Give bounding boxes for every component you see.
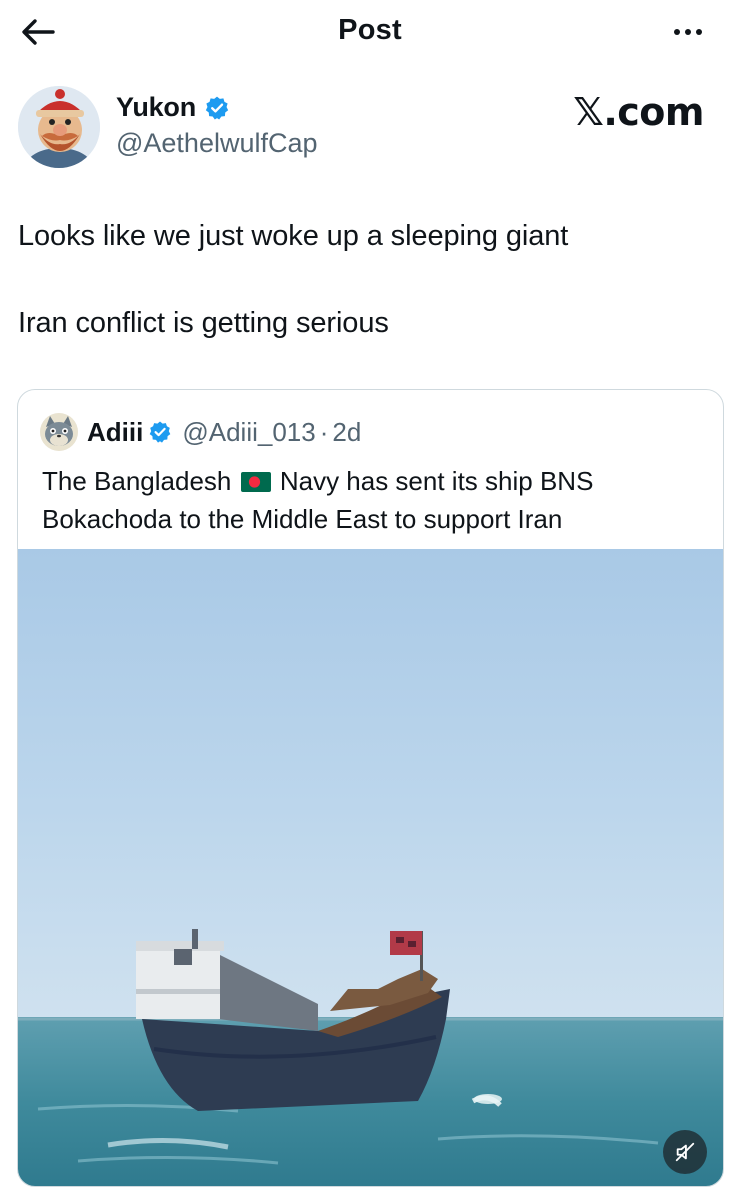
mute-toggle-button[interactable] — [663, 1130, 707, 1174]
quoted-author-avatar[interactable] — [40, 413, 78, 451]
more-dot — [685, 29, 691, 35]
ship-at-sea-video-frame — [18, 549, 723, 1186]
author-name[interactable]: Yukon — [116, 92, 196, 123]
author-handle[interactable]: @AethelwulfCap — [116, 128, 318, 159]
more-options-button[interactable] — [666, 16, 710, 48]
post-text-line: Looks like we just woke up a sleeping gi… — [18, 220, 569, 252]
more-horizontal-icon — [674, 29, 680, 35]
quoted-post-text: The Bangladesh Navy has sent its ship BN… — [42, 462, 712, 538]
page-title: Post — [338, 14, 402, 46]
author-name-row: Yukon — [116, 92, 230, 123]
more-dot — [696, 29, 702, 35]
quoted-post-header: Adiii @Adiii_013 · 2d — [40, 412, 361, 452]
quoted-post-video[interactable] — [18, 549, 723, 1186]
quoted-author-handle[interactable]: @Adiii_013 — [182, 417, 315, 448]
meta-separator: · — [319, 416, 329, 447]
cartoon-lumberjack-avatar — [18, 86, 100, 168]
post-text-line: Iran conflict is getting serious — [18, 307, 389, 339]
bangladesh-flag-icon — [240, 472, 271, 492]
verified-badge-icon — [205, 96, 229, 119]
quoted-post-card[interactable]: Adiii @Adiii_013 · 2d The Bangladesh Nav… — [17, 389, 724, 1187]
quoted-text-part: The Bangladesh — [42, 466, 232, 496]
quoted-post-time[interactable]: 2d — [332, 417, 361, 448]
brand-watermark: 𝕏.com — [573, 90, 704, 134]
verified-badge-icon — [150, 421, 171, 443]
cartoon-cat-avatar — [40, 413, 78, 451]
top-bar: Post — [0, 0, 740, 64]
speaker-muted-icon — [675, 1142, 695, 1162]
author-avatar[interactable] — [18, 86, 100, 168]
quoted-author-name[interactable]: Adiii — [87, 417, 143, 448]
quoted-verified — [148, 420, 172, 444]
